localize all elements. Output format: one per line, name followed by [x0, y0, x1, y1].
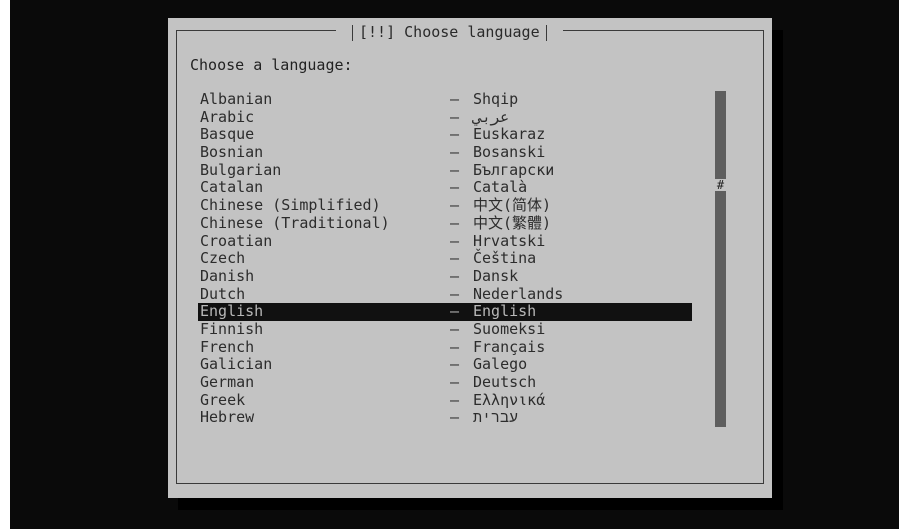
language-name: German — [200, 373, 255, 391]
separator-dash: – — [450, 178, 460, 197]
language-option-hebrew[interactable]: Hebrew – עברית — [198, 409, 692, 427]
language-option-greek[interactable]: Greek – Ελληνικά — [198, 390, 692, 410]
separator-dash: – — [450, 373, 460, 391]
language-native-name: Български — [473, 160, 555, 179]
language-name: Basque — [200, 125, 255, 144]
separator-dash: – — [450, 160, 460, 179]
language-name: Galician — [200, 355, 273, 374]
separator-dash: – — [450, 213, 460, 232]
language-native-name: Ελληνικά — [473, 390, 546, 409]
language-name: French — [200, 337, 255, 356]
language-option-albanian[interactable]: Albanian – Shqip — [198, 90, 692, 109]
language-native-name: عربي — [473, 107, 510, 126]
language-native-name: Bosanski — [473, 143, 546, 162]
separator-dash: – — [450, 337, 460, 356]
language-native-name: English — [473, 302, 537, 321]
language-option-czech[interactable]: Czech – Čeština — [198, 249, 692, 268]
separator-dash: – — [450, 196, 460, 215]
separator-dash: – — [450, 355, 460, 374]
separator-dash: – — [450, 143, 460, 162]
dialog-title-text: [!!] Choose language — [359, 23, 540, 41]
language-native-name: 中文(简体) — [473, 196, 552, 215]
language-option-french[interactable]: French – Français — [198, 337, 692, 357]
language-option-chinese-simplified[interactable]: Chinese (Simplified) – 中文(简体) — [198, 196, 692, 215]
title-border-left — [352, 24, 353, 41]
language-native-name: Galego — [473, 355, 528, 374]
language-native-name: Deutsch — [473, 373, 537, 391]
separator-dash: – — [450, 284, 460, 303]
choose-language-dialog: [!!] Choose language Choose a language: … — [168, 18, 772, 498]
language-list[interactable]: Albanian – Shqip Arabic – عربي Basque – Euskaraz… — [198, 90, 692, 427]
language-native-name: Català — [473, 178, 528, 197]
language-name: Finnish — [200, 319, 264, 338]
terminal-screen: [!!] Choose language Choose a language: … — [10, 0, 899, 529]
language-option-dutch[interactable]: Dutch – Nederlands — [198, 284, 692, 304]
language-name: Hebrew — [200, 408, 255, 427]
separator-dash: – — [450, 231, 460, 250]
dialog-prompt: Choose a language: — [190, 56, 353, 74]
language-name: Greek — [200, 390, 246, 409]
language-native-name: Čeština — [473, 249, 537, 268]
title-border-right — [545, 24, 547, 41]
separator-dash: – — [450, 266, 460, 285]
language-option-basque[interactable]: Basque – Euskaraz — [198, 126, 692, 144]
language-option-english[interactable]: English – English — [198, 303, 692, 321]
language-native-name: עברית — [473, 408, 519, 427]
language-name: Danish — [200, 266, 255, 285]
language-name: Dutch — [200, 284, 246, 303]
language-native-name: Euskaraz — [473, 125, 546, 144]
language-option-danish[interactable]: Danish – Dansk — [198, 266, 692, 286]
language-native-name: Suomeksi — [473, 319, 546, 338]
language-name: Arabic — [200, 107, 255, 126]
separator-dash: – — [450, 125, 460, 144]
language-name: English — [200, 302, 264, 321]
language-option-chinese-traditional[interactable]: Chinese (Traditional) – 中文(繁體) — [198, 213, 692, 233]
language-name: Catalan — [200, 178, 264, 197]
separator-dash: – — [450, 390, 460, 409]
separator-dash: – — [450, 302, 460, 321]
scrollbar-thumb[interactable]: # — [715, 179, 726, 191]
language-option-arabic[interactable]: Arabic – عربي — [198, 107, 692, 127]
separator-dash: – — [450, 319, 460, 338]
language-option-bulgarian[interactable]: Bulgarian – Български — [198, 160, 692, 180]
language-name: Bulgarian — [200, 160, 282, 179]
language-native-name: Nederlands — [473, 284, 564, 303]
separator-dash: – — [450, 408, 460, 427]
language-option-galician[interactable]: Galician – Galego — [198, 356, 692, 374]
language-option-finnish[interactable]: Finnish – Suomeksi — [198, 319, 692, 339]
language-name: Czech — [200, 249, 246, 268]
language-option-catalan[interactable]: Catalan – Català — [198, 179, 692, 197]
language-name: Chinese (Simplified) — [200, 196, 381, 215]
language-option-german[interactable]: German – Deutsch — [198, 373, 692, 392]
separator-dash: – — [450, 90, 460, 108]
language-name: Bosnian — [200, 143, 264, 162]
language-native-name: Shqip — [473, 90, 519, 108]
language-option-croatian[interactable]: Croatian – Hrvatski — [198, 231, 692, 251]
language-native-name: Hrvatski — [473, 231, 546, 250]
scrollbar[interactable]: # — [715, 91, 726, 427]
language-name: Croatian — [200, 231, 273, 250]
language-native-name: 中文(繁體) — [473, 213, 552, 232]
language-name: Chinese (Traditional) — [200, 213, 390, 232]
language-native-name: Dansk — [473, 266, 519, 285]
dialog-title: [!!] Choose language — [336, 20, 563, 44]
separator-dash: – — [450, 107, 460, 126]
language-option-bosnian[interactable]: Bosnian – Bosanski — [198, 143, 692, 162]
language-name: Albanian — [200, 90, 273, 108]
separator-dash: – — [450, 249, 460, 268]
language-native-name: Français — [473, 337, 546, 356]
